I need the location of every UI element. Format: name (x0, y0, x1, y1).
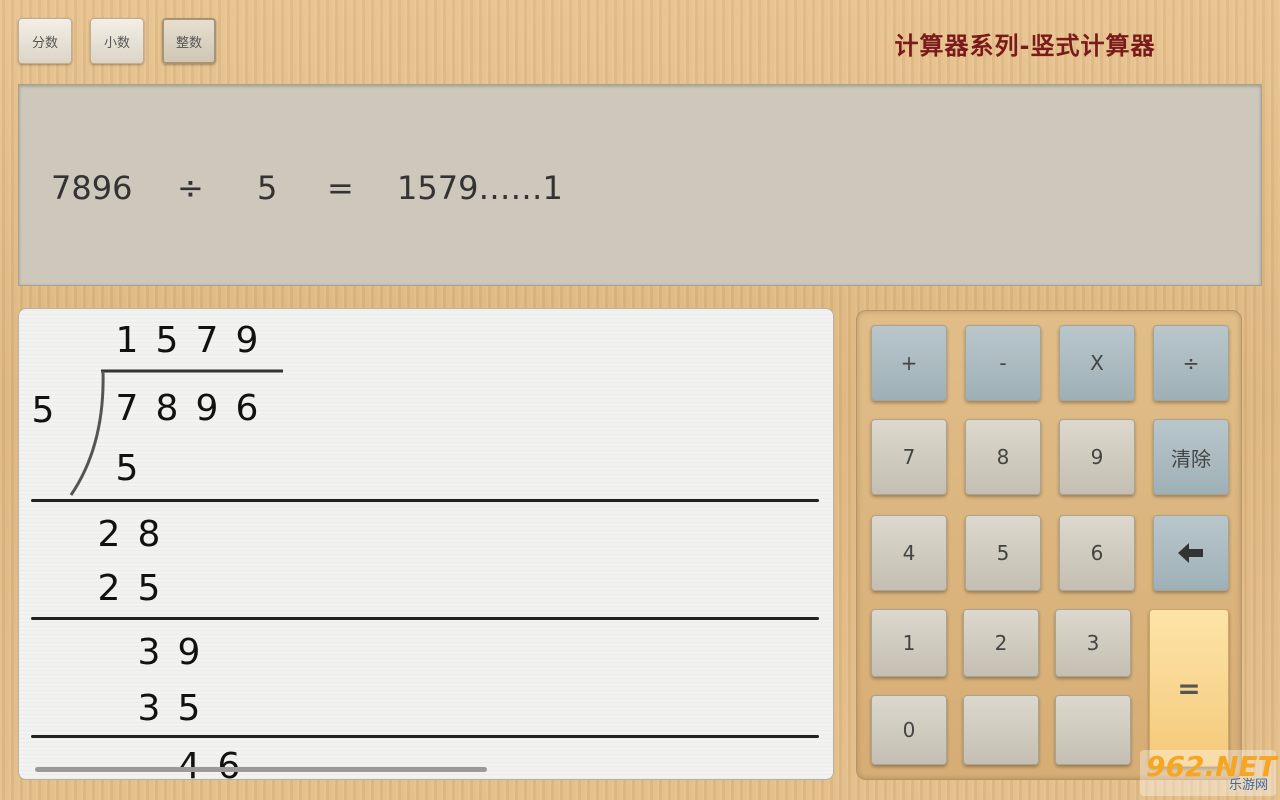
backspace-key[interactable] (1153, 515, 1229, 591)
step-digit: 6 (217, 746, 241, 780)
digit-0-key[interactable]: 0 (871, 695, 947, 765)
expression-display: 7896 ÷ 5 = 1579……1 (18, 84, 1262, 286)
digit-4-key[interactable]: 4 (871, 515, 947, 591)
minus-key[interactable]: - (965, 325, 1041, 401)
dividend-digit: 6 (235, 388, 259, 429)
clear-key[interactable]: 清除 (1153, 419, 1229, 495)
left-arrow-icon (1178, 543, 1203, 563)
watermark-logo: 962.NET 乐游网 (1140, 750, 1277, 796)
digit-5-key[interactable]: 5 (965, 515, 1041, 591)
digit-6-key[interactable]: 6 (1059, 515, 1135, 591)
dividend-digit: 9 (195, 388, 219, 429)
operand1: 7896 (51, 169, 133, 207)
digit-2-key[interactable]: 2 (963, 609, 1039, 677)
blank-key[interactable] (963, 695, 1039, 765)
integer-mode-button[interactable]: 整数 (162, 18, 216, 64)
quotient-digit: 7 (195, 320, 219, 361)
digit-9-key[interactable]: 9 (1059, 419, 1135, 495)
digit-8-key[interactable]: 8 (965, 419, 1041, 495)
divisor-digit: 5 (31, 390, 55, 431)
division-line (31, 499, 819, 502)
dividend-digit: 8 (155, 388, 179, 429)
keypad: + - X ÷ 7 8 9 清除 4 5 6 1 2 3 = 0 (856, 310, 1242, 780)
equals-key[interactable]: = (1149, 609, 1229, 767)
long-division-paper[interactable]: 1 5 7 9 5 7 8 9 6 5 2 8 2 5 3 9 3 5 4 6 (18, 308, 834, 780)
quotient-digit: 1 (115, 320, 139, 361)
step-digit: 9 (177, 632, 201, 673)
divide-key[interactable]: ÷ (1153, 325, 1229, 401)
blank-key[interactable] (1055, 695, 1131, 765)
equals-sign: = (327, 169, 354, 207)
result-text: 1579……1 (397, 169, 563, 207)
step-digit: 2 (97, 514, 121, 555)
digit-1-key[interactable]: 1 (871, 609, 947, 677)
digit-7-key[interactable]: 7 (871, 419, 947, 495)
operator-sign: ÷ (177, 169, 204, 207)
step-digit: 3 (137, 632, 161, 673)
quotient-digit: 9 (235, 320, 259, 361)
step-digit: 8 (137, 514, 161, 555)
fraction-mode-button[interactable]: 分数 (18, 18, 72, 64)
step-digit: 5 (115, 448, 139, 489)
division-line (31, 617, 819, 620)
division-bracket (69, 369, 283, 496)
step-digit: 5 (177, 688, 201, 729)
horizontal-scrollbar[interactable] (35, 767, 487, 772)
step-digit: 4 (177, 746, 201, 780)
plus-key[interactable]: + (871, 325, 947, 401)
quotient-digit: 5 (155, 320, 179, 361)
division-line (31, 735, 819, 738)
dividend-digit: 7 (115, 388, 139, 429)
operand2: 5 (257, 169, 278, 207)
digit-3-key[interactable]: 3 (1055, 609, 1131, 677)
step-digit: 2 (97, 568, 121, 609)
app-title: 计算器系列-竖式计算器 (894, 32, 1156, 60)
watermark-subtext: 乐游网 (1228, 778, 1268, 793)
step-digit: 3 (137, 688, 161, 729)
step-digit: 5 (137, 568, 161, 609)
multiply-key[interactable]: X (1059, 325, 1135, 401)
decimal-mode-button[interactable]: 小数 (90, 18, 144, 64)
